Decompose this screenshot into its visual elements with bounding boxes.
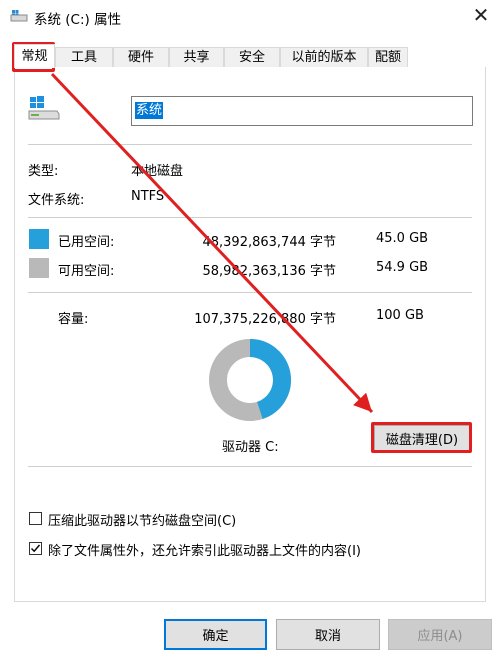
tab-general[interactable]: 常规 [14,44,55,68]
annotation-arrow-icon [50,72,374,414]
